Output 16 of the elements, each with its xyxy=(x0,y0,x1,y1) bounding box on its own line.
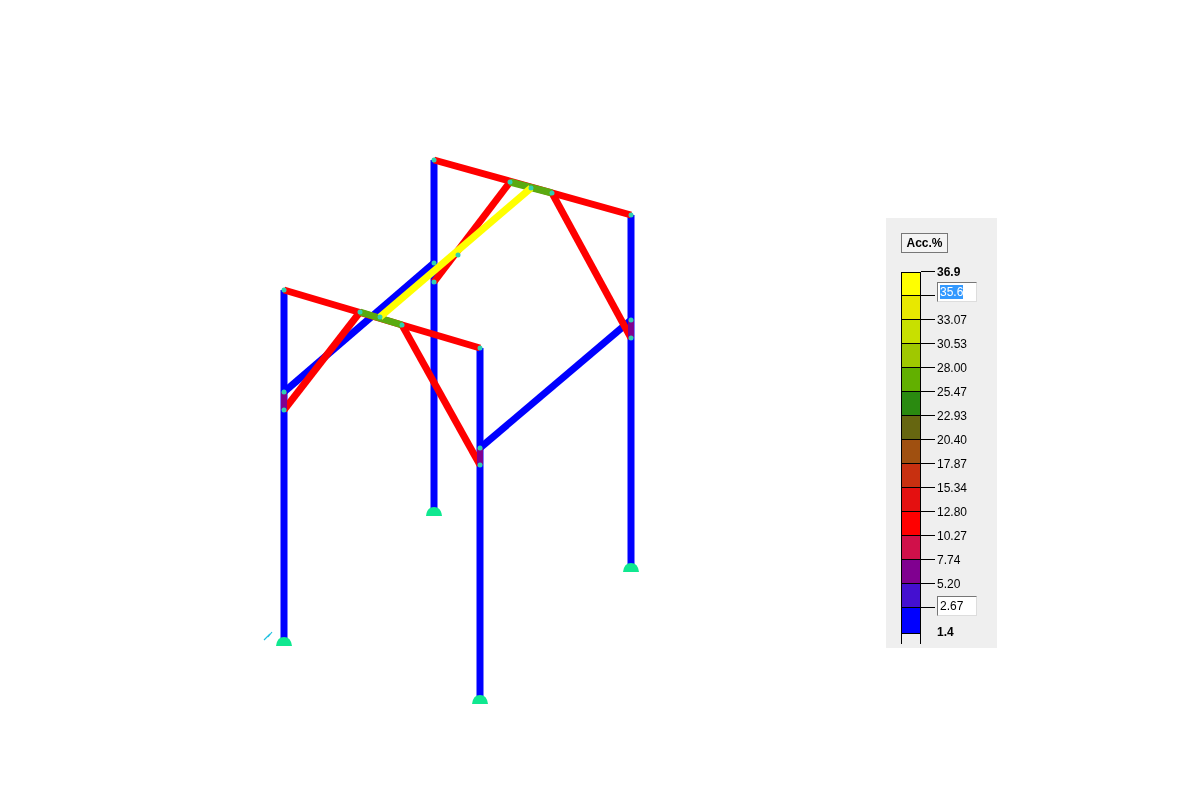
scale-value-label: 28.00 xyxy=(937,361,968,375)
scale-value-label: 5.20 xyxy=(937,577,961,591)
scale-value-label: 17.87 xyxy=(937,457,968,471)
min-value-field[interactable]: 2.67 xyxy=(937,596,977,616)
max-value-label: 36.9 xyxy=(937,265,961,279)
scale-value-label: 33.07 xyxy=(937,313,968,327)
scale-value-label: 15.34 xyxy=(937,481,968,495)
scale-value-label: 20.40 xyxy=(937,433,968,447)
result-type-button[interactable]: Acc.% xyxy=(901,233,948,253)
scale-value-label: 7.74 xyxy=(937,553,961,567)
scale-value-label: 30.53 xyxy=(937,337,968,351)
scale-value-label: 22.93 xyxy=(937,409,968,423)
scale-value-label: 10.27 xyxy=(937,529,968,543)
min-value-label: 1.4 xyxy=(937,625,954,639)
scale-value-label: 12.80 xyxy=(937,505,968,519)
scale-value-label: 25.47 xyxy=(937,385,968,399)
